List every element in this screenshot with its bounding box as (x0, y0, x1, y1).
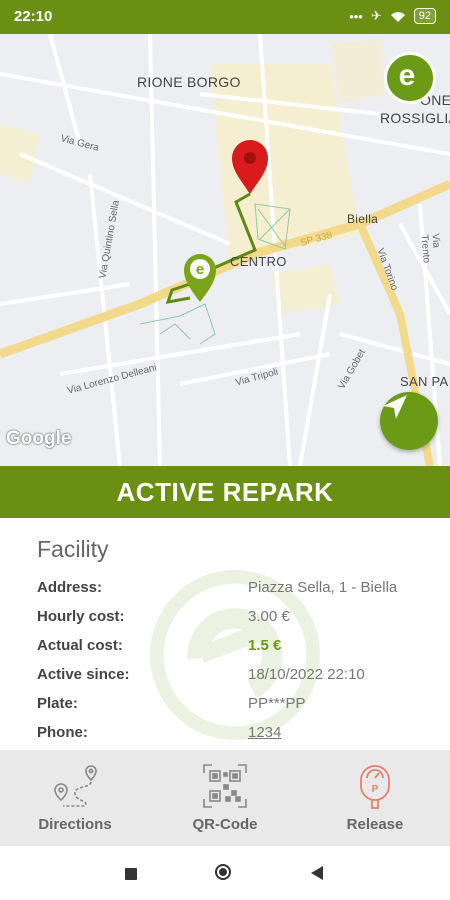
navigate-button[interactable] (380, 392, 438, 450)
navigation-arrow-icon (383, 395, 407, 419)
app-logo-icon[interactable]: e (384, 52, 436, 104)
map-label-sanpa: SAN PA (400, 374, 449, 389)
detail-value: 1.5 € (248, 637, 282, 654)
system-navigation-bar (0, 846, 450, 900)
recent-apps-icon[interactable] (125, 868, 137, 880)
detail-label: Active since: (37, 666, 130, 683)
parking-meter-icon: P (360, 765, 390, 809)
detail-value: PP***PP (248, 695, 306, 712)
svg-text:e: e (399, 59, 416, 92)
detail-label: Phone: (37, 724, 88, 741)
detail-row-active-since: Active since: 18/10/2022 22:10 (37, 666, 437, 688)
directions-button[interactable]: Directions (0, 750, 150, 846)
map-label-borgo: RIONE BORGO (137, 74, 241, 90)
qr-code-icon (203, 764, 247, 808)
google-logo: Google (6, 428, 72, 449)
release-label: Release (346, 816, 404, 833)
page-title: ACTIVE REPARK (0, 466, 450, 518)
detail-label: Address: (37, 579, 103, 596)
facility-name: Facility (37, 536, 109, 562)
detail-label: Plate: (37, 695, 78, 712)
street-trento: Via Trento (418, 233, 442, 264)
phone-link[interactable]: 1234 (248, 724, 281, 741)
directions-icon (54, 765, 97, 807)
status-icons: ••• ✈ 92 (349, 8, 436, 24)
airplane-icon: ✈ (370, 8, 382, 23)
status-time: 22:10 (14, 8, 53, 25)
map-label-rossiglia: ROSSIGLIA (380, 110, 450, 126)
home-icon[interactable] (215, 864, 231, 880)
status-bar: 22:10 ••• ✈ 92 (0, 0, 450, 34)
map-label-centro: CENTRO (230, 254, 287, 269)
detail-label: Actual cost: (37, 637, 123, 654)
detail-row-hourly-cost: Hourly cost: 3.00 € (37, 608, 437, 630)
svg-text:e: e (196, 261, 204, 278)
qr-code-label: QR-Code (192, 816, 258, 833)
map-label-biella: Biella (347, 212, 379, 226)
back-icon[interactable] (311, 866, 323, 880)
detail-row-plate: Plate: PP***PP (37, 695, 437, 717)
battery-icon: 92 (413, 8, 436, 24)
detail-value: Piazza Sella, 1 - Biella (248, 579, 398, 596)
notification-dots-icon: ••• (349, 8, 363, 24)
detail-value: 18/10/2022 22:10 (248, 666, 365, 683)
detail-value: 3.00 € (248, 608, 290, 625)
action-bar: Directions QR-Code P Release (0, 750, 450, 846)
qr-code-button[interactable]: QR-Code (150, 750, 300, 846)
detail-row-phone: Phone: 1234 (37, 724, 437, 746)
wifi-icon (390, 11, 405, 22)
detail-row-address: Address: Piazza Sella, 1 - Biella (37, 579, 437, 601)
detail-label: Hourly cost: (37, 608, 125, 625)
directions-label: Directions (38, 816, 112, 833)
detail-row-actual-cost: Actual cost: 1.5 € (37, 637, 437, 659)
map-view[interactable]: e RIONE BORGO ROSSIGLIA ONE CENTRO Biell… (0, 34, 450, 466)
details-panel: Facility Address: Piazza Sella, 1 - Biel… (0, 518, 450, 750)
svg-text:P: P (372, 784, 379, 795)
release-button[interactable]: P Release (300, 750, 450, 846)
